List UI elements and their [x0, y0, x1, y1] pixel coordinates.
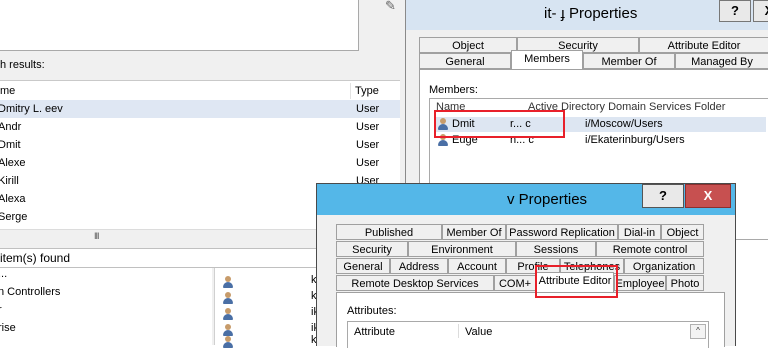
- user-icon: [223, 276, 233, 288]
- search-query-box[interactable]: [0, 0, 359, 51]
- tab-object[interactable]: Object: [661, 224, 704, 240]
- column-header-type[interactable]: Type: [355, 83, 379, 99]
- tab-member-of[interactable]: Member Of: [442, 224, 506, 240]
- close-button[interactable]: X: [753, 0, 768, 22]
- result-row[interactable]: Andr User: [0, 118, 400, 136]
- tree-item[interactable]: ...: [0, 268, 7, 280]
- tab-account[interactable]: Account: [448, 258, 506, 274]
- result-name: Andr: [0, 121, 22, 133]
- title-bar[interactable]: it- ɟ Properties ? X: [406, 0, 768, 30]
- tab-organization[interactable]: Organization: [624, 258, 704, 274]
- help-button[interactable]: ?: [642, 184, 684, 208]
- attributes-label: Attributes:: [347, 305, 397, 317]
- result-name: Serge: [0, 211, 28, 223]
- tab-photo[interactable]: Photo: [666, 275, 704, 291]
- scrollbar-grip[interactable]: III: [94, 231, 99, 241]
- user-icon: [223, 308, 233, 320]
- member-folder: i/Ekaterinburg/Users: [585, 134, 685, 146]
- search-results-label: h results:: [0, 59, 45, 71]
- user-icon: [223, 336, 233, 348]
- title-bar[interactable]: v Properties ? X: [317, 184, 735, 215]
- tab-address[interactable]: Address: [390, 258, 448, 274]
- user-icon: [223, 324, 233, 336]
- tab-published-certificates[interactable]: Published Certificates: [336, 224, 442, 255]
- tab-managed-by[interactable]: Managed By: [675, 53, 768, 69]
- member-folder: i/Moscow/Users: [585, 118, 663, 130]
- object-list-pane: k k ik ik ki: [214, 268, 325, 348]
- help-button[interactable]: ?: [719, 0, 751, 22]
- members-label: Members:: [429, 84, 478, 96]
- tab-general[interactable]: General: [336, 258, 390, 274]
- column-header-attribute[interactable]: Attribute: [354, 326, 395, 338]
- highlight-box-attribute-editor: [535, 265, 618, 298]
- tree-item[interactable]: r: [0, 304, 2, 316]
- result-name: Kirill: [0, 175, 19, 187]
- result-name: Alexa: [0, 193, 26, 205]
- result-name: Dmit: [0, 139, 21, 151]
- result-type: User: [356, 121, 380, 133]
- tab-object[interactable]: Object: [419, 37, 517, 53]
- tab-password-replication[interactable]: Password Replication: [506, 224, 618, 240]
- tab-com-plus[interactable]: COM+: [494, 275, 536, 291]
- tree-pane: ... n Controllers r rise: [0, 268, 212, 345]
- user-icon: [223, 292, 233, 304]
- window-title: v Properties: [507, 191, 588, 208]
- tab-dial-in[interactable]: Dial-in: [618, 224, 661, 240]
- tab-environment[interactable]: Environment: [408, 241, 516, 257]
- column-header-name[interactable]: me: [0, 83, 351, 99]
- result-name: Alexe: [0, 157, 26, 169]
- tree-item[interactable]: n Controllers: [0, 286, 60, 298]
- result-type: User: [356, 139, 380, 151]
- tab-employee[interactable]: Employee: [614, 275, 666, 291]
- window-title: it- ɟ Properties: [544, 5, 638, 22]
- tab-general[interactable]: General: [419, 53, 511, 69]
- tab-security[interactable]: Security: [336, 241, 408, 257]
- highlight-box-member: [434, 110, 565, 138]
- attributes-table[interactable]: Attribute Value ^: [347, 321, 709, 348]
- scroll-up-arrow-icon[interactable]: ^: [690, 324, 706, 339]
- tab-remote-control[interactable]: Remote control: [596, 241, 704, 257]
- pencil-icon[interactable]: ✎: [385, 0, 396, 14]
- tab-member-of[interactable]: Member Of: [583, 53, 675, 69]
- user-properties-window: v Properties ? X Published Certificates …: [316, 183, 736, 348]
- tab-remote-desktop-services-profile[interactable]: Remote Desktop Services Profile: [336, 275, 494, 306]
- tab-attribute-editor[interactable]: Attribute Editor: [639, 37, 768, 53]
- tab-members[interactable]: Members: [511, 50, 583, 70]
- column-header-value[interactable]: Value: [465, 326, 492, 338]
- column-divider[interactable]: [458, 324, 459, 338]
- result-name: Dmitry L. eev: [0, 103, 63, 115]
- result-type: User: [356, 103, 380, 115]
- result-row[interactable]: Dmit User: [0, 136, 400, 154]
- tab-sessions[interactable]: Sessions: [516, 241, 596, 257]
- attribute-editor-panel: Attributes: Attribute Value ^: [336, 292, 725, 348]
- result-row[interactable]: Alexe User: [0, 154, 400, 172]
- result-row[interactable]: Dmitry L. eev User: [0, 100, 400, 118]
- result-type: User: [356, 157, 380, 169]
- close-button[interactable]: X: [685, 184, 731, 208]
- tree-item[interactable]: rise: [0, 322, 16, 334]
